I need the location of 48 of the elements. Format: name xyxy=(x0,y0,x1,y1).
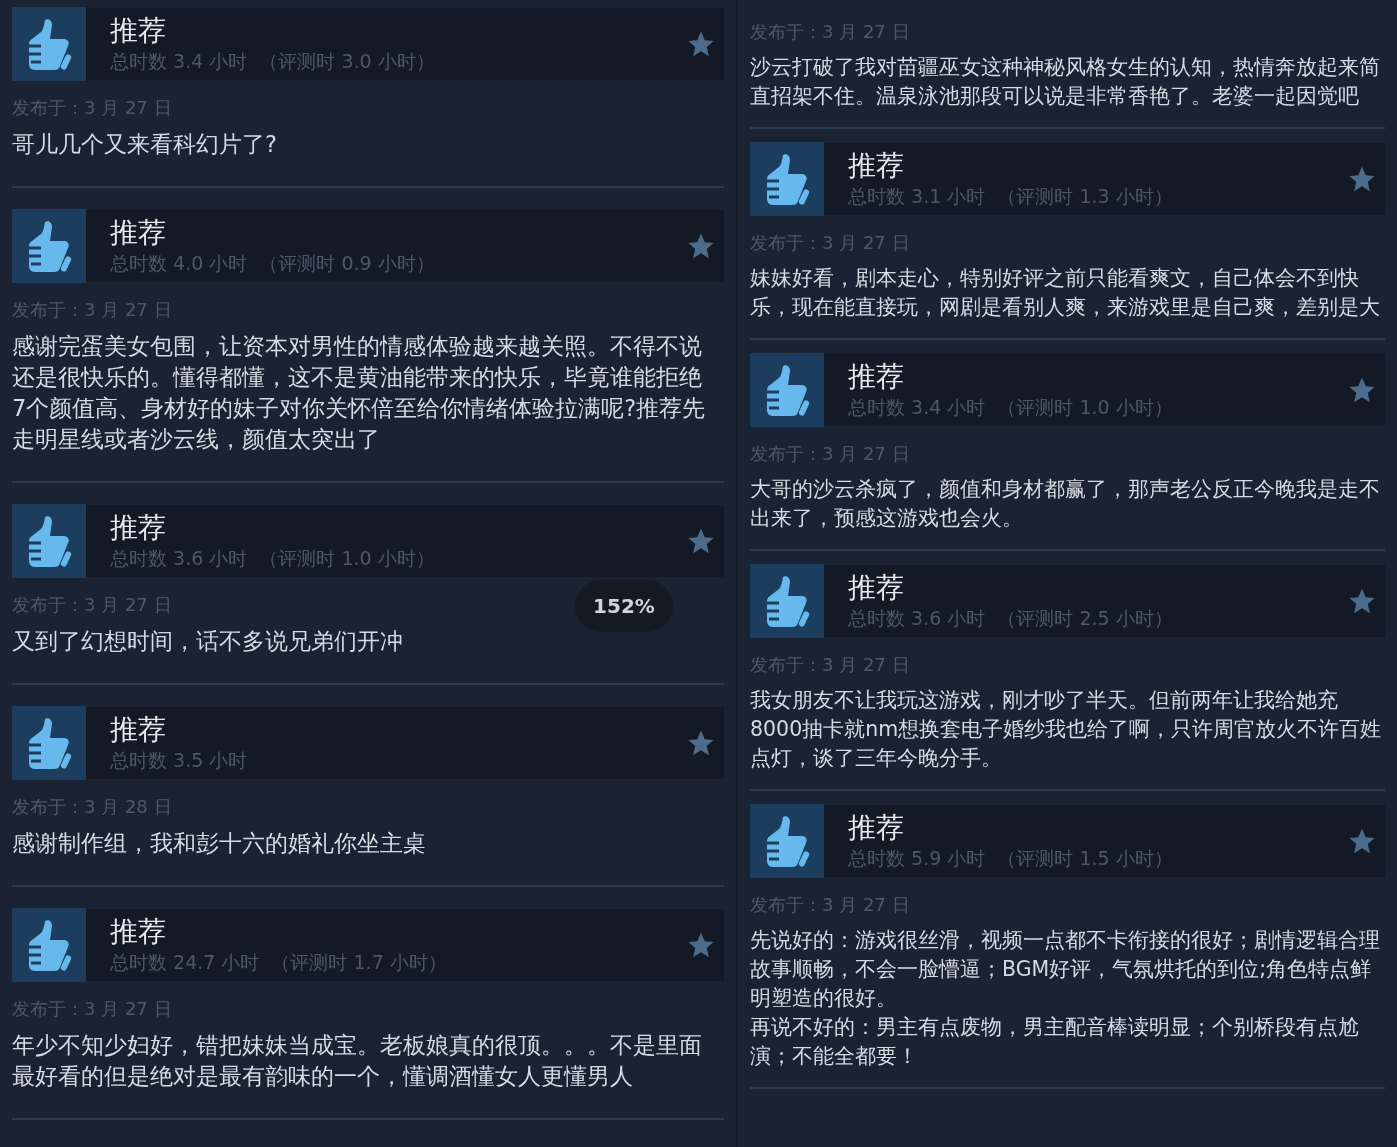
post-date: 发布于：3 月 27 日 xyxy=(12,593,172,617)
review-text: 妹妹好看，剧本走心，特别好评之前只能看爽文，自己体会不到快 乐，现在能直接玩，网剧是看别人爽，来游戏里是自己爽，差别是大 xyxy=(750,265,1380,321)
thumbs-up-icon xyxy=(750,353,824,427)
review-verdict: 推荐 xyxy=(110,511,166,545)
thumbs-up-icon xyxy=(12,908,86,982)
post-date: 发布于：3 月 27 日 xyxy=(750,442,910,466)
review-text: 感谢完蛋美女包围，让资本对男性的情感体验越来越关照。不得不说 还是很快乐的。懂得都懂，这不是黄油能带来的快乐，毕竟谁能拒绝 7个颜值高、身材好的妹子对你关怀倍至给你情绪体验拉满呢?推荐先 走明星线或者沙云线，颜值太突出了 xyxy=(12,332,706,454)
thumbs-up-icon xyxy=(750,804,824,878)
post-date: 发布于：3 月 27 日 xyxy=(750,653,910,677)
thumbs-up-icon xyxy=(12,209,86,283)
review-text: 年少不知少妇好，错把妹妹当成宝。老板娘真的很顶。。。不是里面 最好看的但是绝对是最有韵味的一个，懂调酒懂女人更懂男人 xyxy=(12,1031,702,1091)
post-date: 发布于：3 月 27 日 xyxy=(12,96,172,120)
thumbs-up-icon xyxy=(750,564,824,638)
playtime-text: 总时数 3.6 小时 （评测时 1.0 小时） xyxy=(110,546,435,571)
review-text: 感谢制作组，我和彭十六的婚礼你坐主桌 xyxy=(12,829,426,858)
review-verdict: 推荐 xyxy=(848,811,904,845)
playtime-text: 总时数 3.1 小时 （评测时 1.3 小时） xyxy=(848,184,1173,209)
review-verdict: 推荐 xyxy=(848,149,904,183)
review-verdict: 推荐 xyxy=(848,360,904,394)
review-verdict: 推荐 xyxy=(110,216,166,250)
playtime-text: 总时数 4.0 小时 （评测时 0.9 小时） xyxy=(110,251,435,276)
thumbs-up-icon xyxy=(750,142,824,216)
post-date: 发布于：3 月 27 日 xyxy=(12,997,172,1021)
thumbs-up-icon xyxy=(12,7,86,81)
playtime-text: 总时数 3.6 小时 （评测时 2.5 小时） xyxy=(848,606,1173,631)
review-text: 哥儿几个又来看科幻片了? xyxy=(12,130,277,159)
post-date: 发布于：3 月 27 日 xyxy=(750,893,910,917)
review-verdict: 推荐 xyxy=(110,713,166,747)
playtime-text: 总时数 3.4 小时 （评测时 3.0 小时） xyxy=(110,49,435,74)
review-verdict: 推荐 xyxy=(110,915,166,949)
playtime-text: 总时数 5.9 小时 （评测时 1.5 小时） xyxy=(848,846,1173,871)
review-text: 大哥的沙云杀疯了，颜值和身材都赢了，那声老公反正今晚我是走不 出来了，预感这游戏也会火。 xyxy=(750,476,1380,532)
review-text: 我女朋友不让我玩这游戏，刚才吵了半天。但前两年让我给她充 8000抽卡就nm想换套电子婚纱我也给了啊，只许周官放火不许百姓 点灯，谈了三年今晚分手。 xyxy=(750,687,1382,772)
post-date: 发布于：3 月 27 日 xyxy=(750,20,910,44)
post-date: 发布于：3 月 28 日 xyxy=(12,795,172,819)
post-date: 发布于：3 月 27 日 xyxy=(750,231,910,255)
review-text: 沙云打破了我对苗疆巫女这种神秘风格女生的认知，热情奔放起来简 直招架不住。温泉泳池那段可以说是非常香艳了。老婆一起因觉吧 xyxy=(750,54,1380,110)
playtime-text: 总时数 24.7 小时 （评测时 1.7 小时） xyxy=(110,950,447,975)
thumbs-up-icon xyxy=(12,504,86,578)
playtime-text: 总时数 3.5 小时 xyxy=(110,748,248,773)
thumbs-up-icon xyxy=(12,706,86,780)
playtime-text: 总时数 3.4 小时 （评测时 1.0 小时） xyxy=(848,395,1173,420)
review-text: 先说好的：游戏很丝滑，视频一点都不卡衔接的很好；剧情逻辑合理 故事顺畅，不会一脸懵逼；BGM好评，气氛烘托的到位;角色特点鲜 明塑造的很好。 再说不好的：男主有点废物，男主配音棒读明显；个别桥段有点尬 演；不能全都要！ xyxy=(750,927,1380,1070)
zoom-level-badge: 152% xyxy=(575,580,673,632)
review-verdict: 推荐 xyxy=(848,571,904,605)
review-text: 又到了幻想时间，话不多说兄弟们开冲 xyxy=(12,627,403,656)
review-verdict: 推荐 xyxy=(110,14,166,48)
post-date: 发布于：3 月 27 日 xyxy=(12,298,172,322)
